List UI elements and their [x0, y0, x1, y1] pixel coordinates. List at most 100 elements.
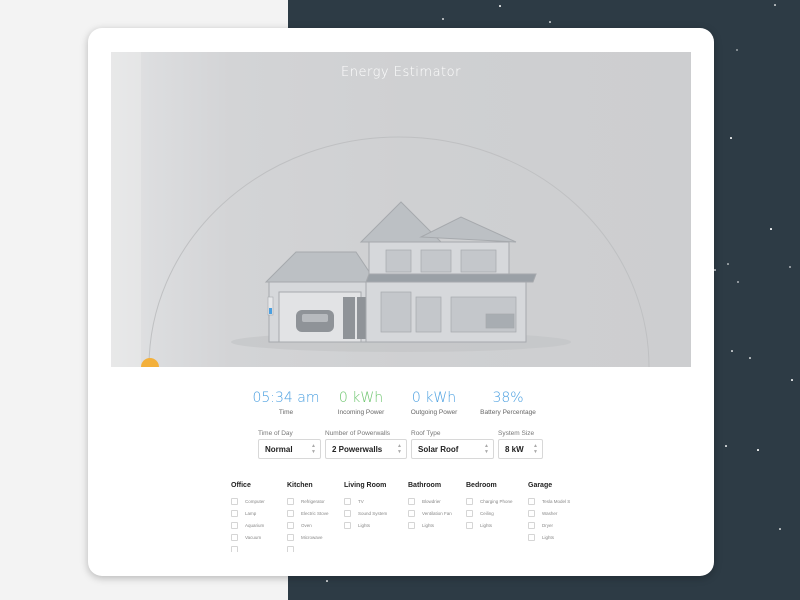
- select-arrows-icon: ▲ ▼: [484, 443, 489, 455]
- appliance-checkbox[interactable]: [528, 509, 535, 517]
- appliance-item[interactable]: [287, 543, 329, 552]
- appliance-checkbox[interactable]: [287, 521, 294, 529]
- select-arrows-icon: ▲ ▼: [397, 443, 402, 455]
- appliance-label: Dryer: [542, 522, 553, 528]
- appliance-item[interactable]: Washer: [528, 507, 570, 519]
- category-title: Living Room: [344, 482, 387, 489]
- appliance-item[interactable]: Electric Stove: [287, 507, 329, 519]
- powerwalls-label: Number of Powerwalls: [325, 430, 391, 437]
- stat-outgoing-power: 0 kWh Outgoing Power: [399, 390, 469, 416]
- stat-time: 05:34 am Time: [251, 390, 321, 416]
- appliance-item[interactable]: TV: [344, 495, 387, 507]
- appliance-label: Oven: [301, 522, 312, 528]
- star-dot: [727, 263, 729, 265]
- star-dot: [749, 357, 751, 359]
- appliance-item[interactable]: Ventilation Fan: [408, 507, 452, 519]
- appliance-checkbox[interactable]: [528, 521, 535, 529]
- appliance-item[interactable]: Blowdrier: [408, 495, 452, 507]
- system-size-label: System Size: [498, 430, 535, 437]
- appliance-item[interactable]: Lights: [408, 519, 452, 531]
- category-kitchen: Kitchen Refrigerator Electric Stove Oven…: [287, 482, 329, 552]
- appliance-checkbox[interactable]: [287, 533, 294, 541]
- appliance-item[interactable]: Ceiling: [466, 507, 513, 519]
- appliance-label: Tesla Model S: [542, 498, 571, 504]
- category-office: Office Computer Lamp Aquarium Vacuum: [231, 482, 265, 552]
- appliance-label: Washer: [542, 510, 558, 516]
- time-of-day-label: Time of Day: [258, 430, 293, 437]
- category-living-room: Living Room TV Sound System Lights: [344, 482, 387, 531]
- roof-type-control: Roof Type Solar Roof ▲ ▼: [411, 430, 494, 459]
- appliance-item[interactable]: Lights: [344, 519, 387, 531]
- appliance-label: Blowdrier: [422, 498, 441, 504]
- roof-type-value: Solar Roof: [418, 445, 459, 454]
- system-size-select[interactable]: 8 kW ▲ ▼: [498, 439, 543, 459]
- appliance-item[interactable]: Microwave: [287, 531, 329, 543]
- appliance-item[interactable]: Oven: [287, 519, 329, 531]
- star-dot: [774, 4, 776, 6]
- appliance-item[interactable]: Lamp: [231, 507, 265, 519]
- appliance-label: Lamp: [245, 510, 257, 516]
- appliance-label: Ceiling: [480, 510, 494, 516]
- appliance-item[interactable]: Computer: [231, 495, 265, 507]
- appliance-item[interactable]: Lights: [466, 519, 513, 531]
- category-bathroom: Bathroom Blowdrier Ventilation Fan Light…: [408, 482, 452, 531]
- star-dot: [779, 528, 781, 530]
- appliance-label: Sound System: [358, 510, 388, 516]
- house-illustration: [111, 52, 650, 367]
- appliance-checkbox[interactable]: [528, 533, 535, 541]
- star-dot: [730, 137, 732, 139]
- category-bedroom: Bedroom Charging Phone Ceiling Lights: [466, 482, 513, 531]
- powerwalls-select[interactable]: 2 Powerwalls ▲ ▼: [325, 439, 407, 459]
- appliance-checkbox[interactable]: [408, 509, 415, 517]
- appliance-checkbox[interactable]: [408, 497, 415, 505]
- appliance-item[interactable]: Sound System: [344, 507, 387, 519]
- category-title: Garage: [528, 482, 553, 489]
- appliance-checkbox[interactable]: [287, 497, 294, 505]
- appliance-checkbox[interactable]: [466, 497, 473, 505]
- time-of-day-value: Normal: [265, 445, 293, 454]
- hero-scene: Energy Estimator: [111, 52, 691, 367]
- appliance-checkbox[interactable]: [344, 509, 351, 517]
- appliance-checkbox[interactable]: [231, 509, 238, 517]
- appliance-label: Vacuum: [245, 534, 262, 540]
- appliance-item[interactable]: Refrigerator: [287, 495, 329, 507]
- appliance-checkbox[interactable]: [231, 533, 238, 541]
- category-title: Bathroom: [408, 482, 442, 489]
- appliance-checkbox[interactable]: [408, 521, 415, 529]
- appliance-checkbox[interactable]: [231, 545, 238, 552]
- appliance-item[interactable]: Aquarium: [231, 519, 265, 531]
- appliance-label: Ventilation Fan: [422, 510, 452, 516]
- appliance-label: Lights: [542, 534, 555, 540]
- time-of-day-select[interactable]: Normal ▲ ▼: [258, 439, 321, 459]
- appliance-checkbox[interactable]: [231, 497, 238, 505]
- star-dot: [725, 445, 727, 447]
- system-size-control: System Size 8 kW ▲ ▼: [498, 430, 543, 459]
- category-title: Kitchen: [287, 482, 313, 489]
- star-dot: [737, 281, 739, 283]
- appliance-checkbox[interactable]: [344, 521, 351, 529]
- appliance-item[interactable]: Vacuum: [231, 531, 265, 543]
- appliance-item[interactable]: [231, 543, 265, 552]
- appliance-label: TV: [358, 498, 364, 504]
- star-dot: [736, 49, 738, 51]
- roof-type-select[interactable]: Solar Roof ▲ ▼: [411, 439, 494, 459]
- stat-incoming-value: 0 kWh: [338, 390, 384, 406]
- appliance-item[interactable]: Charging Phone: [466, 495, 513, 507]
- stat-battery-label: Battery Percentage: [480, 409, 536, 416]
- stat-incoming-label: Incoming Power: [337, 409, 385, 416]
- appliance-checkbox[interactable]: [466, 521, 473, 529]
- appliance-checkbox[interactable]: [344, 497, 351, 505]
- appliance-checkbox[interactable]: [231, 521, 238, 529]
- star-dot: [499, 5, 501, 7]
- star-dot: [714, 269, 716, 271]
- appliance-checkbox[interactable]: [528, 497, 535, 505]
- appliance-item[interactable]: Lights: [528, 531, 570, 543]
- powerwalls-control: Number of Powerwalls 2 Powerwalls ▲ ▼: [325, 430, 407, 459]
- category-garage: Garage Tesla Model S Washer Dryer Lights: [528, 482, 570, 543]
- appliance-checkbox[interactable]: [466, 509, 473, 517]
- appliance-checkbox[interactable]: [287, 545, 294, 552]
- appliance-item[interactable]: Tesla Model S: [528, 495, 570, 507]
- star-dot: [731, 350, 733, 352]
- appliance-checkbox[interactable]: [287, 509, 294, 517]
- appliance-item[interactable]: Dryer: [528, 519, 570, 531]
